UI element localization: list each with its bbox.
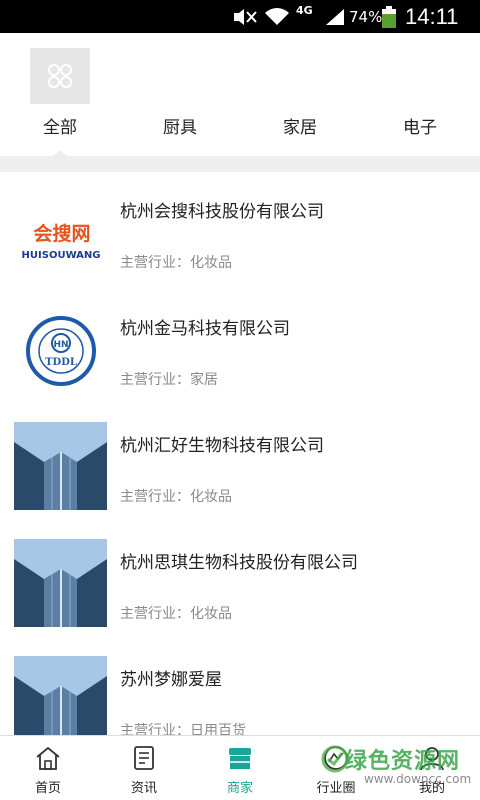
nav-store[interactable]: 商家	[192, 736, 288, 800]
logo-en-text: HUISOUWANG	[22, 250, 101, 261]
seal-text: TDDL	[45, 357, 77, 368]
building-photo	[14, 422, 107, 510]
list-item[interactable]: 会搜网 HUISOUWANG 杭州会搜科技股份有限公司 主营行业：化妆品	[0, 172, 480, 289]
battery-percent: 74%	[349, 7, 383, 26]
logo-cn-text: 会搜网	[33, 222, 90, 245]
tab-kitchenware[interactable]: 厨具	[120, 113, 240, 139]
status-bar: 4G 74% 14:11	[0, 0, 480, 33]
tddl-seal-logo: HN TDDL	[14, 305, 107, 393]
network-type-label: 4G	[296, 4, 313, 17]
list-item[interactable]: 苏州梦娜爱屋 主营行业：日用百货	[0, 640, 480, 735]
nav-label: 资讯	[130, 781, 157, 796]
huisouwang-logo: 会搜网 HUISOUWANG	[14, 188, 107, 276]
company-industry: 主营行业：化妆品	[120, 255, 232, 271]
nav-home[interactable]: 首页	[0, 736, 96, 800]
watermark-text: 绿色资源网	[345, 749, 461, 774]
news-icon	[131, 745, 157, 771]
company-name: 杭州金马科技有限公司	[120, 319, 290, 339]
section-divider	[0, 156, 480, 172]
company-industry: 主营行业：化妆品	[120, 489, 232, 505]
company-name: 苏州梦娜爱屋	[120, 670, 222, 690]
tab-electronics[interactable]: 电子	[360, 113, 480, 139]
company-industry: 主营行业：化妆品	[120, 606, 232, 622]
company-industry: 主营行业：日用百货	[120, 723, 246, 735]
nav-label: 商家	[226, 781, 253, 796]
wifi-icon	[264, 0, 290, 33]
battery-icon	[382, 0, 396, 33]
company-list[interactable]: 会搜网 HUISOUWANG 杭州会搜科技股份有限公司 主营行业：化妆品 HN …	[0, 172, 480, 735]
building-photo	[14, 656, 107, 735]
category-bar: 全部 厨具 家居 电子	[0, 33, 480, 157]
company-industry: 主营行业：家居	[120, 372, 218, 388]
list-item[interactable]: 杭州汇好生物科技有限公司 主营行业：化妆品	[0, 406, 480, 523]
grid-icon[interactable]	[30, 48, 90, 104]
building-photo	[14, 539, 107, 627]
company-name: 杭州会搜科技股份有限公司	[120, 202, 324, 222]
nav-label: 首页	[34, 781, 61, 796]
watermark-url: www.downcc.com	[364, 772, 472, 786]
store-icon	[227, 745, 253, 771]
clock: 14:11	[405, 3, 459, 29]
home-icon	[35, 745, 61, 771]
company-name: 杭州思琪生物科技股份有限公司	[120, 553, 358, 573]
tab-all[interactable]: 全部	[0, 113, 120, 139]
signal-icon	[324, 0, 346, 33]
tab-home[interactable]: 家居	[240, 113, 360, 139]
mute-icon	[232, 0, 258, 33]
nav-news[interactable]: 资讯	[96, 736, 192, 800]
list-item[interactable]: HN TDDL 杭州金马科技有限公司 主营行业：家居	[0, 289, 480, 406]
svg-text:HN: HN	[53, 340, 68, 350]
list-item[interactable]: 杭州思琪生物科技股份有限公司 主营行业：化妆品	[0, 523, 480, 640]
company-name: 杭州汇好生物科技有限公司	[120, 436, 324, 456]
